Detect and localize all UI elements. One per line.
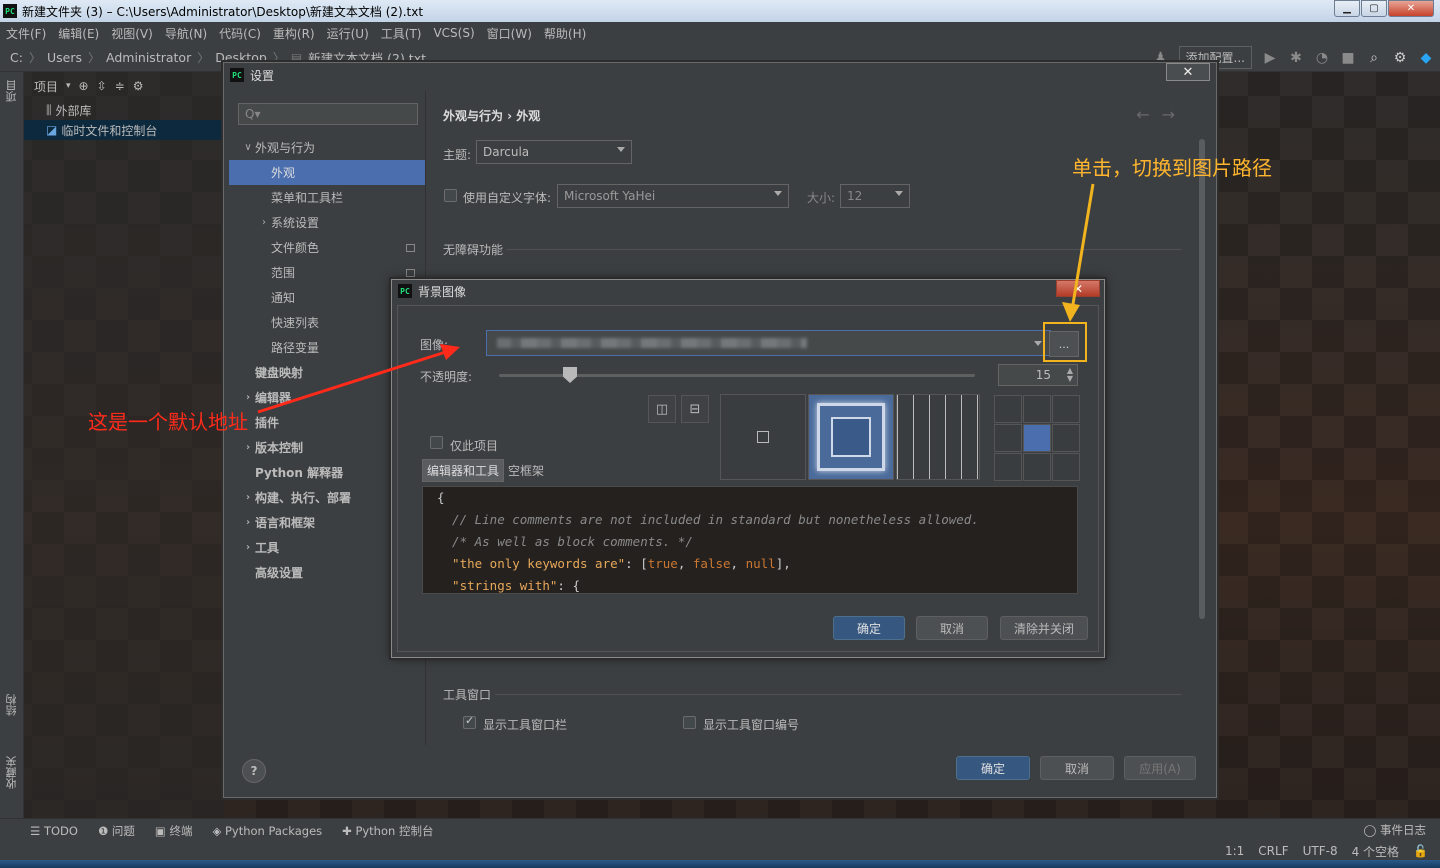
highlight-box xyxy=(1043,322,1087,362)
lock-icon[interactable]: 🔓 xyxy=(1413,844,1428,858)
red-arrow-head xyxy=(440,344,460,360)
bottom-tool-2[interactable]: ▣ 终端 xyxy=(155,823,193,839)
event-log-icon: ◯ xyxy=(1363,823,1380,837)
bottom-tool-4[interactable]: ✚ Python 控制台 xyxy=(342,823,433,839)
yellow-arrow xyxy=(1070,183,1095,311)
red-arrow xyxy=(257,348,453,414)
packages-icon: ◈ xyxy=(212,823,225,838)
bottom-tool-3[interactable]: ◈ Python Packages xyxy=(212,824,322,838)
problems-icon: ❶ xyxy=(97,823,112,838)
bottom-tool-bar: ☰ TODO ❶ 问题 ▣ 终端 ◈ Python Packages ✚ Python … xyxy=(0,818,1440,842)
console-icon: ✚ xyxy=(342,823,356,838)
bottom-tool-label: 终端 xyxy=(169,823,193,838)
event-log-label: 事件日志 xyxy=(1380,823,1426,837)
yellow-arrow-head xyxy=(1062,302,1080,322)
annotation-click-switch: 单击，切换到图片路径 xyxy=(1072,156,1272,180)
bottom-tool-label: Python Packages xyxy=(224,823,323,838)
status-bar: 1:1 CRLF UTF-8 4 个空格 🔓 xyxy=(0,842,1440,860)
bottom-tool-label: 问题 xyxy=(111,823,135,838)
windows-taskbar xyxy=(0,860,1440,868)
status-item[interactable]: UTF-8 xyxy=(1303,844,1338,858)
bottom-tool-label: TODO xyxy=(43,823,78,838)
annotation-default-address: 这是一个默认地址 xyxy=(88,410,248,434)
status-item[interactable]: 4 个空格 xyxy=(1352,843,1399,860)
bottom-tool-1[interactable]: ❶ 问题 xyxy=(98,823,135,839)
bottom-tool-label: Python 控制台 xyxy=(355,823,434,838)
bottom-tool-0[interactable]: ☰ TODO xyxy=(30,824,78,838)
list-icon: ☰ xyxy=(30,823,44,838)
status-item[interactable]: CRLF xyxy=(1258,844,1288,858)
event-log-button[interactable]: ◯ 事件日志 xyxy=(1363,822,1426,838)
status-item[interactable]: 1:1 xyxy=(1225,844,1244,858)
terminal-icon: ▣ xyxy=(154,823,170,838)
